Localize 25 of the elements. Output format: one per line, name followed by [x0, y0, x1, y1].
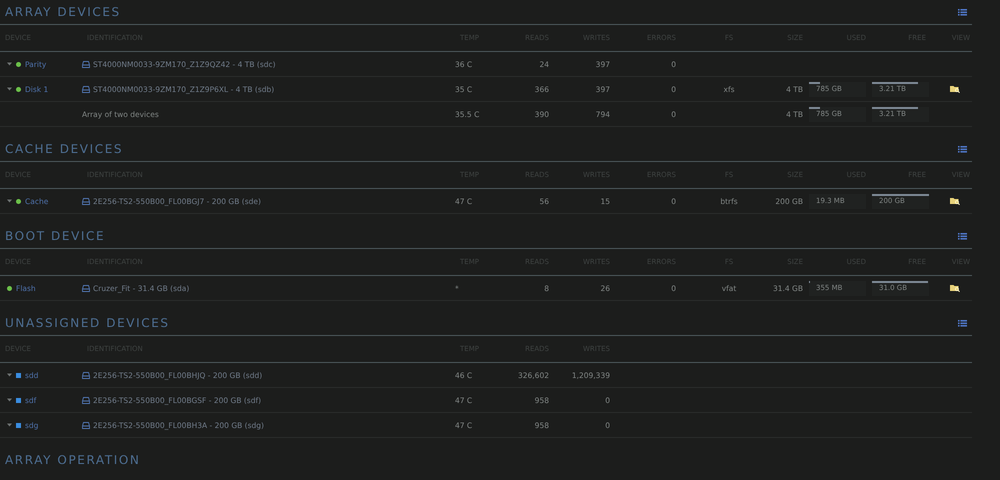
folder-search-icon[interactable]	[950, 85, 960, 93]
caret-icon[interactable]	[7, 373, 12, 377]
hard-drive-icon	[82, 284, 90, 292]
hard-drive-icon	[82, 86, 90, 92]
section-title: CACHE DEVICES	[5, 142, 124, 156]
caret-icon[interactable]	[7, 199, 12, 203]
list-icon[interactable]	[958, 320, 967, 326]
list-icon[interactable]	[958, 146, 967, 152]
section-title: ARRAY DEVICES	[5, 5, 121, 19]
hard-drive-icon	[82, 60, 90, 68]
hard-drive-icon	[82, 198, 90, 204]
list-icon[interactable]	[958, 232, 967, 240]
hard-drive-icon	[82, 372, 90, 378]
caret-icon[interactable]	[7, 398, 12, 402]
section-title: BOOT DEVICE	[5, 229, 106, 243]
hard-drive-icon	[82, 396, 90, 404]
section-title: UNASSIGNED DEVICES	[5, 316, 170, 330]
folder-search-icon[interactable]	[950, 284, 960, 292]
hard-drive-icon	[82, 422, 90, 428]
folder-search-icon[interactable]	[950, 197, 960, 205]
list-icon[interactable]	[958, 8, 967, 16]
section-title: ARRAY OPERATION	[5, 453, 141, 467]
caret-icon[interactable]	[7, 87, 12, 91]
caret-icon[interactable]	[7, 423, 12, 427]
caret-icon[interactable]	[7, 62, 12, 66]
